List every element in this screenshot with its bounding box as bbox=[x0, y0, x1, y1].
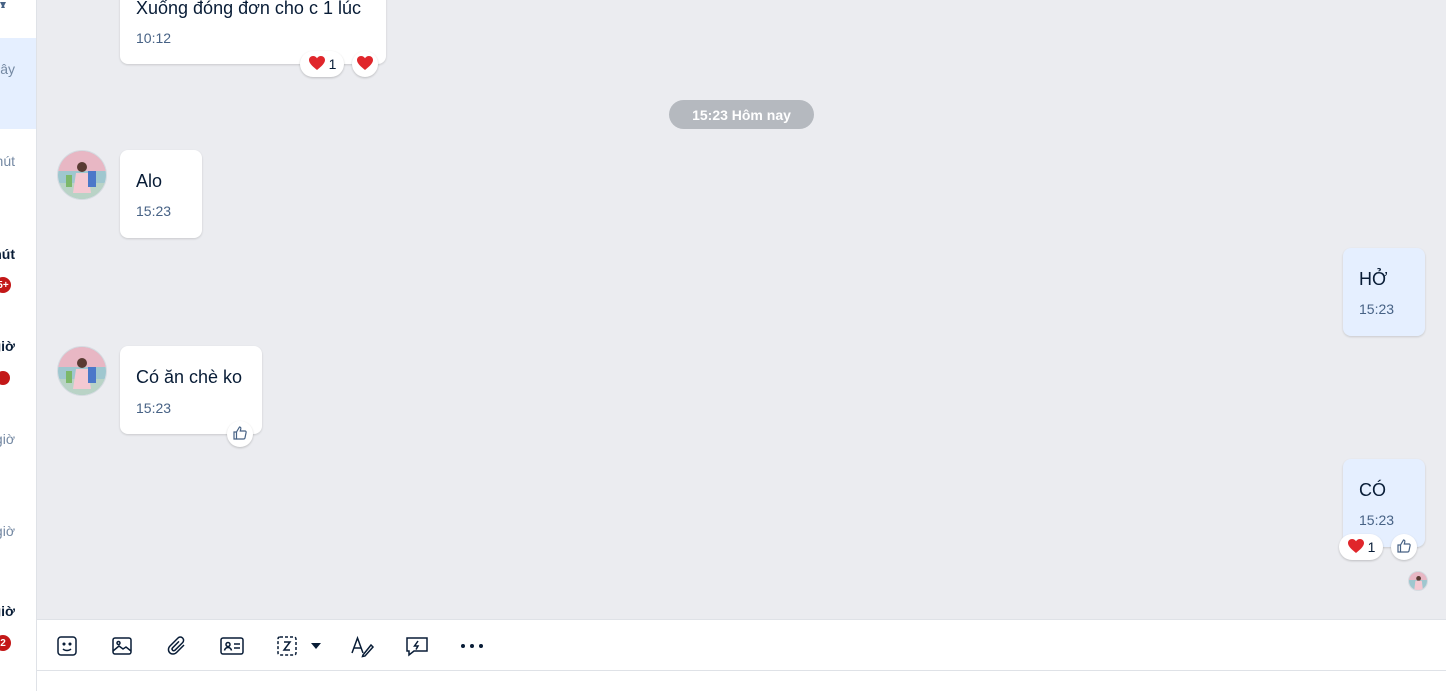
message-bubble-sent[interactable]: HỞ 15:23 bbox=[1343, 248, 1425, 336]
avatar[interactable] bbox=[57, 150, 107, 200]
avatar[interactable] bbox=[57, 346, 107, 396]
unread-badge: 2 bbox=[0, 635, 11, 651]
reaction-count: 1 bbox=[1367, 539, 1376, 555]
conversation-time: giờ bbox=[0, 338, 15, 354]
message-input-area[interactable] bbox=[37, 671, 1446, 691]
conversation-time: ây bbox=[0, 61, 15, 77]
screenshot-icon[interactable] bbox=[273, 632, 301, 660]
more-icon[interactable] bbox=[458, 632, 486, 660]
message-text: HỞ bbox=[1359, 269, 1388, 289]
conversation-time: giờ bbox=[0, 431, 15, 447]
quick-message-icon[interactable] bbox=[403, 632, 431, 660]
conversation-time: hút bbox=[0, 246, 15, 262]
heart-icon bbox=[356, 55, 374, 74]
date-separator: 15:23 Hôm nay bbox=[669, 100, 814, 129]
thumbs-up-icon bbox=[232, 425, 248, 444]
react-like-button[interactable] bbox=[1391, 534, 1417, 560]
message-text: Có ăn chè ko bbox=[136, 367, 243, 387]
message-time: 15:23 bbox=[136, 400, 172, 416]
react-heart-button[interactable] bbox=[352, 51, 378, 77]
conversation-list-sidebar: ây hút hút 5+ giờ giờ giờ giờ 2 bbox=[0, 0, 37, 691]
message-text: Xuống đóng đơn cho c 1 lúc bbox=[136, 0, 361, 18]
message-time: 15:23 bbox=[1359, 512, 1395, 528]
react-like-button[interactable] bbox=[227, 421, 253, 447]
reaction-summary[interactable]: 1 bbox=[300, 51, 344, 77]
heart-icon bbox=[308, 55, 326, 74]
message-text: Alo bbox=[136, 171, 163, 191]
conversation-time: giờ bbox=[0, 523, 15, 539]
thumbs-up-icon bbox=[1396, 538, 1412, 557]
message-time: 10:12 bbox=[136, 30, 172, 46]
message-time: 15:23 bbox=[136, 203, 172, 219]
format-text-icon[interactable] bbox=[348, 632, 376, 660]
conversation-time: giờ bbox=[0, 603, 15, 619]
chevron-down-icon[interactable] bbox=[305, 632, 327, 660]
reaction-count: 1 bbox=[328, 56, 337, 72]
message-bubble-received[interactable]: Xuống đóng đơn cho c 1 lúc 10:12 bbox=[120, 0, 386, 64]
message-text: CÓ bbox=[1359, 480, 1386, 500]
unread-badge: 5+ bbox=[0, 277, 11, 293]
message-time: 15:23 bbox=[1359, 301, 1395, 317]
pin-icon bbox=[0, 2, 8, 12]
conversation-item-active[interactable] bbox=[0, 38, 36, 129]
contact-card-icon[interactable] bbox=[218, 632, 246, 660]
conversation-time: hút bbox=[0, 153, 15, 169]
sticker-icon[interactable] bbox=[53, 632, 81, 660]
seen-avatar bbox=[1408, 571, 1428, 591]
chat-messages-area[interactable]: Xuống đóng đơn cho c 1 lúc 10:12 1 15:23… bbox=[37, 0, 1446, 619]
image-icon[interactable] bbox=[108, 632, 136, 660]
attachment-icon[interactable] bbox=[163, 632, 191, 660]
heart-icon bbox=[1347, 538, 1365, 557]
reaction-summary[interactable]: 1 bbox=[1339, 534, 1383, 560]
composer-toolbar bbox=[37, 619, 1446, 671]
message-bubble-received[interactable]: Alo 15:23 bbox=[120, 150, 202, 238]
unread-dot bbox=[0, 371, 10, 385]
